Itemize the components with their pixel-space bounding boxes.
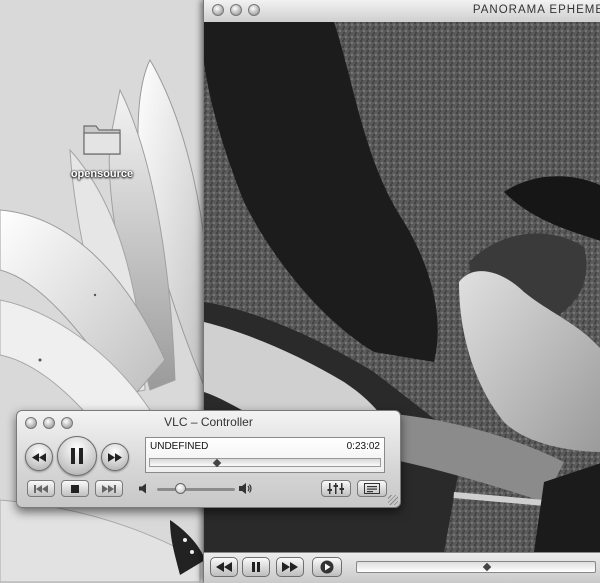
video-rewind-button[interactable] bbox=[210, 557, 238, 577]
next-track-button[interactable] bbox=[95, 480, 123, 497]
now-playing-title: UNDEFINED bbox=[150, 441, 209, 452]
playlist-icon bbox=[364, 483, 380, 494]
video-play-button[interactable] bbox=[312, 557, 342, 577]
pause-icon bbox=[252, 562, 260, 572]
controller-title: VLC – Controller bbox=[164, 415, 253, 429]
rewind-button[interactable] bbox=[25, 443, 53, 471]
position-slider[interactable] bbox=[149, 458, 381, 468]
volume-slider-knob[interactable] bbox=[174, 483, 186, 494]
video-toolbar bbox=[204, 552, 600, 583]
rewind-icon bbox=[216, 562, 232, 572]
video-titlebar[interactable]: PANORAMA EPHEME bbox=[204, 0, 600, 23]
video-scrubber[interactable] bbox=[356, 561, 596, 573]
now-playing-display: UNDEFINED 0:23:02 bbox=[145, 437, 385, 473]
close-button[interactable] bbox=[212, 4, 224, 16]
volume-slider[interactable] bbox=[157, 488, 235, 491]
rewind-icon bbox=[32, 452, 46, 462]
zoom-button[interactable] bbox=[248, 4, 260, 16]
stop-icon bbox=[71, 484, 79, 493]
next-track-icon bbox=[102, 484, 116, 493]
speaker-high-icon bbox=[239, 483, 252, 494]
video-scrubber-thumb[interactable] bbox=[482, 562, 491, 572]
equalizer-button[interactable] bbox=[321, 480, 351, 497]
previous-track-icon bbox=[34, 484, 48, 493]
position-slider-thumb[interactable] bbox=[213, 458, 222, 468]
speaker-low-icon bbox=[139, 483, 146, 494]
video-fast-forward-button[interactable] bbox=[276, 557, 304, 577]
window-controls bbox=[212, 4, 260, 16]
equalizer-icon bbox=[327, 483, 344, 494]
minimize-button[interactable] bbox=[230, 4, 242, 16]
previous-track-button[interactable] bbox=[27, 480, 55, 497]
stop-button[interactable] bbox=[61, 480, 89, 497]
folder-icon bbox=[83, 125, 121, 155]
fast-forward-button[interactable] bbox=[101, 443, 129, 471]
folder-label: opensource bbox=[70, 168, 134, 180]
elapsed-time: 0:23:02 bbox=[346, 441, 380, 452]
video-pause-button[interactable] bbox=[242, 557, 270, 577]
pause-icon bbox=[71, 448, 83, 464]
fast-forward-icon bbox=[282, 562, 298, 572]
play-icon bbox=[320, 560, 334, 574]
fast-forward-icon bbox=[108, 452, 122, 462]
pause-button[interactable] bbox=[57, 436, 97, 476]
playlist-button[interactable] bbox=[357, 480, 387, 497]
resize-grip[interactable] bbox=[388, 495, 398, 505]
vlc-controller-window: VLC – Controller UNDEFINED 0:23:02 bbox=[16, 410, 401, 508]
video-window-title: PANORAMA EPHEME bbox=[472, 4, 600, 16]
desktop-folder-opensource[interactable]: opensource bbox=[62, 120, 142, 181]
